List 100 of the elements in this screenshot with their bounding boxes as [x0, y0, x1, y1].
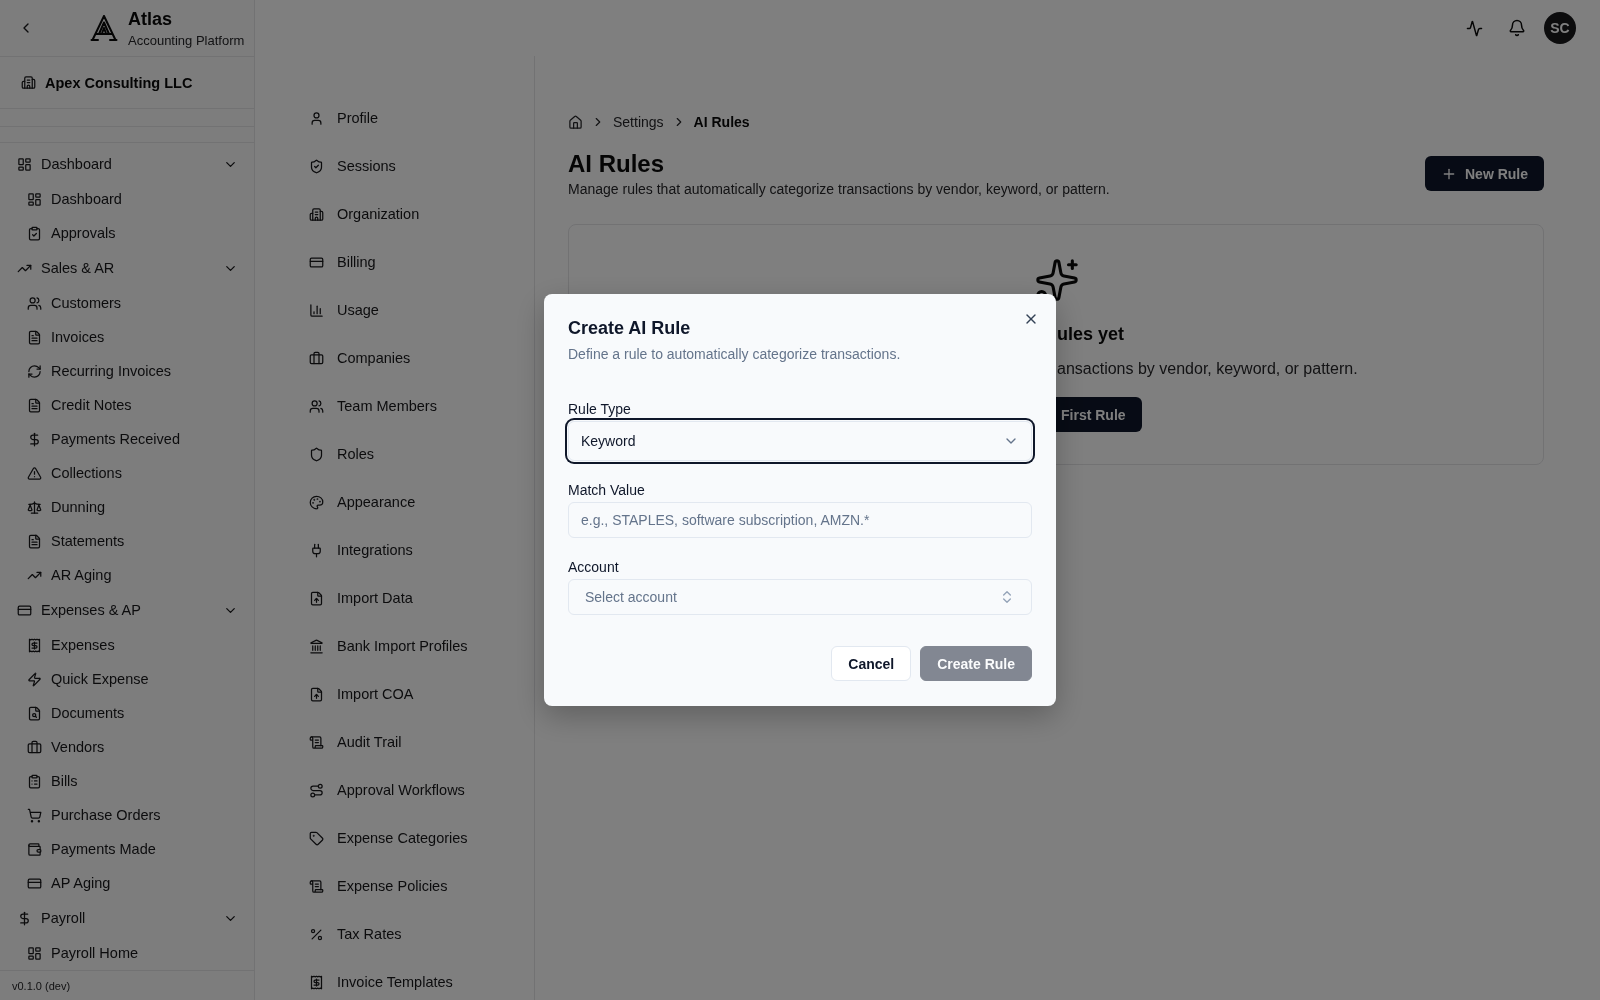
sidebar-item[interactable]: AR Aging	[8, 558, 246, 592]
settings-nav-item[interactable]: Invoice Templates	[255, 964, 534, 1000]
file-upload-icon	[309, 590, 324, 606]
shield-icon	[309, 446, 324, 462]
card-icon	[309, 254, 324, 270]
sidebar-item[interactable]: Customers	[8, 286, 246, 320]
dollar-icon	[17, 910, 32, 926]
sidebar-item[interactable]: Payments Received	[8, 422, 246, 456]
sidebar-item[interactable]: Expenses	[8, 628, 246, 662]
organization-switcher[interactable]: Apex Consulting LLC	[0, 57, 254, 109]
briefcase-icon	[309, 350, 324, 366]
field-label: Account	[568, 559, 620, 575]
cancel-button[interactable]: Cancel	[831, 646, 912, 681]
sidebar-item[interactable]: Statements	[8, 524, 246, 558]
tag-icon	[309, 830, 324, 846]
sidebar-item[interactable]: Payroll Home	[8, 936, 246, 970]
settings-nav-item[interactable]: Profile	[255, 100, 534, 136]
sidebar-group-header[interactable]: Sales & AR	[0, 251, 254, 285]
bank-icon	[309, 638, 324, 654]
settings-nav-item[interactable]: Expense Policies	[255, 868, 534, 904]
plug-icon	[309, 542, 324, 558]
palette-icon	[309, 494, 324, 510]
sidebar-item[interactable]: Bills	[8, 764, 246, 798]
brand-name: Atlas	[128, 8, 173, 29]
field-label: Match Value	[568, 482, 646, 498]
home-icon	[568, 114, 583, 130]
building-icon	[309, 206, 324, 222]
settings-nav-item[interactable]: Integrations	[255, 532, 534, 568]
users-icon	[309, 398, 324, 414]
dialog-title: Create AI Rule	[568, 317, 692, 339]
sidebar-item[interactable]: Quick Expense	[8, 662, 246, 696]
sidebar-group-header[interactable]: Expenses & AP	[0, 593, 254, 627]
sidebar-item[interactable]: Recurring Invoices	[8, 354, 246, 388]
grid-icon	[17, 156, 32, 172]
settings-nav-item[interactable]: Audit Trail	[255, 724, 534, 760]
combobox-field[interactable]: Select account	[568, 579, 1032, 615]
settings-nav-item[interactable]: Organization	[255, 196, 534, 232]
home-link[interactable]	[568, 114, 583, 130]
settings-nav-item[interactable]: Team Members	[255, 388, 534, 424]
file-search-icon	[27, 705, 42, 721]
sidebar-item[interactable]: Payments Made	[8, 832, 246, 866]
shield-check-icon	[309, 158, 324, 174]
settings-nav-item[interactable]: Sessions	[255, 148, 534, 184]
scroll-icon	[309, 878, 324, 894]
sidebar-group-header[interactable]: Payroll	[0, 901, 254, 935]
document-icon	[27, 397, 42, 413]
settings-nav-item[interactable]: Tax Rates	[255, 916, 534, 952]
sidebar-item[interactable]: Purchase Orders	[8, 798, 246, 832]
settings-nav-item[interactable]: Companies	[255, 340, 534, 376]
sidebar-item[interactable]: Collections	[8, 456, 246, 490]
settings-nav-item[interactable]: Import Data	[255, 580, 534, 616]
settings-nav-item[interactable]: Appearance	[255, 484, 534, 520]
card-icon	[17, 602, 32, 618]
route-icon	[309, 782, 324, 798]
briefcase-icon	[27, 739, 42, 755]
settings-nav-item[interactable]: Billing	[255, 244, 534, 280]
empty-state-text: ansactions by vendor, keyword, or pattern.	[1057, 359, 1358, 379]
sidebar-item[interactable]: Dashboard	[8, 182, 246, 216]
page-title: AI Rules	[568, 149, 666, 179]
settings-nav-item[interactable]: Import COA	[255, 676, 534, 712]
dialog-description: Define a rule to automatically categorize transactions.	[568, 345, 902, 364]
settings-nav-item[interactable]: Approval Workflows	[255, 772, 534, 808]
document-icon	[27, 533, 42, 549]
bell-icon	[1508, 19, 1526, 37]
dropdown-select[interactable]: Keyword	[568, 421, 1032, 461]
new-rule-button[interactable]: New Rule	[1425, 156, 1544, 191]
scroll-icon	[309, 734, 324, 750]
sidebar-item[interactable]: Invoices	[8, 320, 246, 354]
cart-icon	[27, 807, 42, 823]
text-input[interactable]: e.g., STAPLES, software subscription, AMZN.*	[568, 502, 1032, 538]
grid-icon	[27, 945, 42, 961]
page-subtitle: Manage rules that automatically categorize transactions by vendor, keyword, or pattern.	[568, 180, 1110, 199]
sidebar-item[interactable]: Credit Notes	[8, 388, 246, 422]
triangle-logo-icon	[90, 14, 118, 42]
percent-icon	[309, 926, 324, 942]
refresh-icon	[27, 363, 42, 379]
pulse-icon	[1465, 19, 1483, 37]
wallet-icon	[27, 841, 42, 857]
settings-nav-item[interactable]: Bank Import Profiles	[255, 628, 534, 664]
sidebar-item[interactable]: Approvals	[8, 216, 246, 250]
sidebar-item[interactable]: Dunning	[8, 490, 246, 524]
file-upload-icon	[309, 686, 324, 702]
clipboard-check-icon	[27, 225, 42, 241]
scale-icon	[27, 499, 42, 515]
sidebar-item[interactable]: AP Aging	[8, 866, 246, 900]
document-icon	[27, 329, 42, 345]
sidebar-item[interactable]: Documents	[8, 696, 246, 730]
card-icon	[27, 875, 42, 891]
users-icon	[27, 295, 42, 311]
version-label: v0.1.0 (dev)	[12, 979, 71, 992]
lightning-icon	[27, 671, 42, 687]
sidebar-item[interactable]: Vendors	[8, 730, 246, 764]
breadcrumb-link[interactable]: Settings	[613, 114, 664, 130]
bar-chart-icon	[309, 302, 324, 318]
user-avatar[interactable]: SC	[1544, 12, 1576, 44]
settings-nav-item[interactable]: Usage	[255, 292, 534, 328]
sidebar-group-header[interactable]: Dashboard	[0, 147, 254, 181]
user-icon	[309, 110, 324, 126]
settings-nav-item[interactable]: Expense Categories	[255, 820, 534, 856]
settings-nav-item[interactable]: Roles	[255, 436, 534, 472]
